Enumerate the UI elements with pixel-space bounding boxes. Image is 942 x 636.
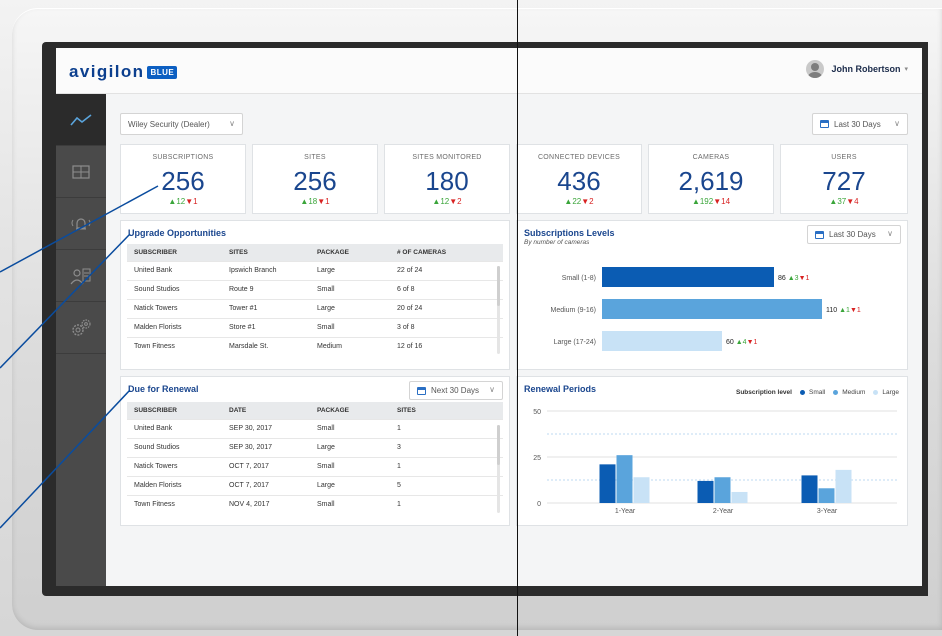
- callout-line-subscriptions: [0, 185, 159, 273]
- callout-lines: [0, 185, 159, 529]
- callout-line-upgrade: [0, 233, 131, 369]
- callout-line-renewal: [0, 389, 131, 529]
